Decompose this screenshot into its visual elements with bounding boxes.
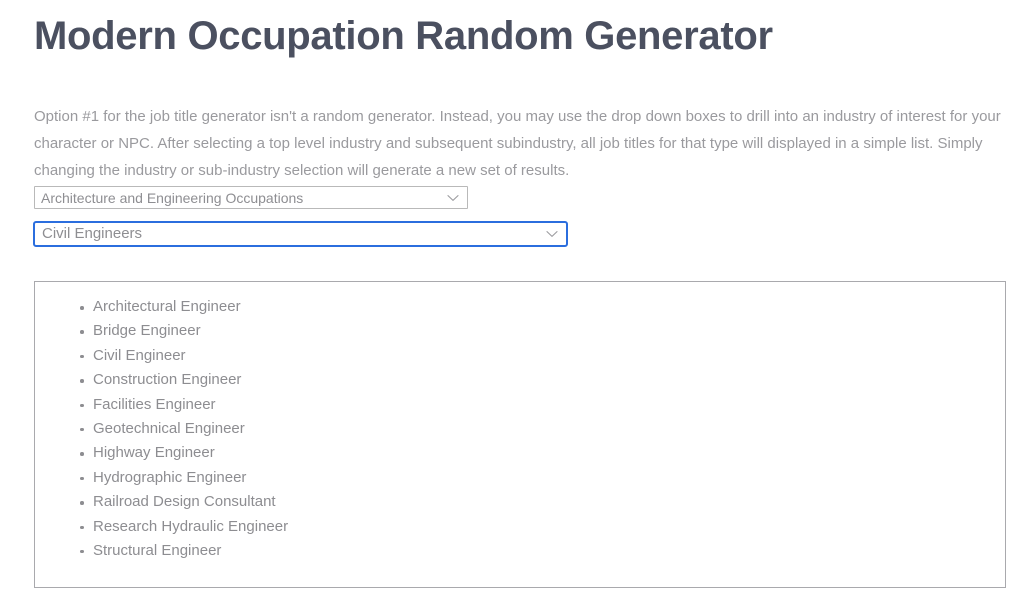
list-item: Highway Engineer: [35, 441, 1005, 465]
list-item-label: Research Hydraulic Engineer: [93, 517, 289, 535]
list-item: Bridge Engineer: [35, 319, 1005, 343]
list-item: Geotechnical Engineer: [35, 417, 1005, 441]
dot-bullet-icon: [80, 452, 84, 456]
list-item: Railroad Design Consultant: [35, 490, 1005, 514]
page-title: Modern Occupation Random Generator: [34, 14, 773, 58]
list-item: Hydrographic Engineer: [35, 466, 1005, 490]
list-item-label: Construction Engineer: [93, 371, 242, 389]
dot-bullet-icon: [80, 403, 84, 408]
dot-bullet-icon: [80, 525, 84, 530]
list-item: Architectural Engineer: [35, 295, 1005, 319]
list-item-label: Geotechnical Engineer: [93, 419, 245, 437]
chevron-down-icon: [542, 223, 562, 245]
page-root: Modern Occupation Random Generator Optio…: [0, 0, 1024, 611]
list-item-label: Civil Engineer: [93, 346, 186, 364]
dot-bullet-icon: [80, 330, 84, 334]
results-box: Architectural Engineer Bridge Engineer Civ…: [34, 281, 1006, 588]
subindustry-select[interactable]: Civil Engineers: [33, 221, 568, 247]
dot-bullet-icon: [80, 306, 84, 310]
dot-bullet-icon: [80, 501, 84, 505]
dot-bullet-icon: [80, 379, 84, 383]
list-item-label: Highway Engineer: [93, 444, 215, 462]
industry-select-value: Architecture and Engineering Occupations: [41, 189, 304, 206]
list-item: Facilities Engineer: [35, 393, 1005, 417]
list-item-label: Architectural Engineer: [93, 298, 241, 315]
dot-bullet-icon: [80, 427, 84, 432]
list-item: Civil Engineer: [35, 344, 1005, 368]
list-item: Construction Engineer: [35, 368, 1005, 392]
list-item: Structural Engineer: [35, 539, 1005, 563]
dot-bullet-icon: [80, 354, 84, 359]
list-item-label: Facilities Engineer: [93, 395, 216, 413]
subindustry-select-value: Civil Engineers: [42, 225, 143, 242]
list-item: Research Hydraulic Engineer: [35, 515, 1005, 539]
dot-bullet-icon: [80, 476, 84, 481]
list-item-label: Structural Engineer: [93, 541, 222, 559]
dot-bullet-icon: [80, 549, 84, 554]
chevron-down-icon: [443, 187, 463, 208]
list-item-label: Hydrographic Engineer: [93, 468, 247, 486]
intro-paragraph: Option #1 for the job title generator is…: [34, 108, 1001, 179]
list-item-label: Bridge Engineer: [93, 322, 201, 340]
industry-select[interactable]: Architecture and Engineering Occupations: [34, 186, 468, 209]
job-title-list: Architectural Engineer Bridge Engineer Civ…: [35, 282, 1005, 563]
list-item-label: Railroad Design Consultant: [93, 493, 276, 511]
